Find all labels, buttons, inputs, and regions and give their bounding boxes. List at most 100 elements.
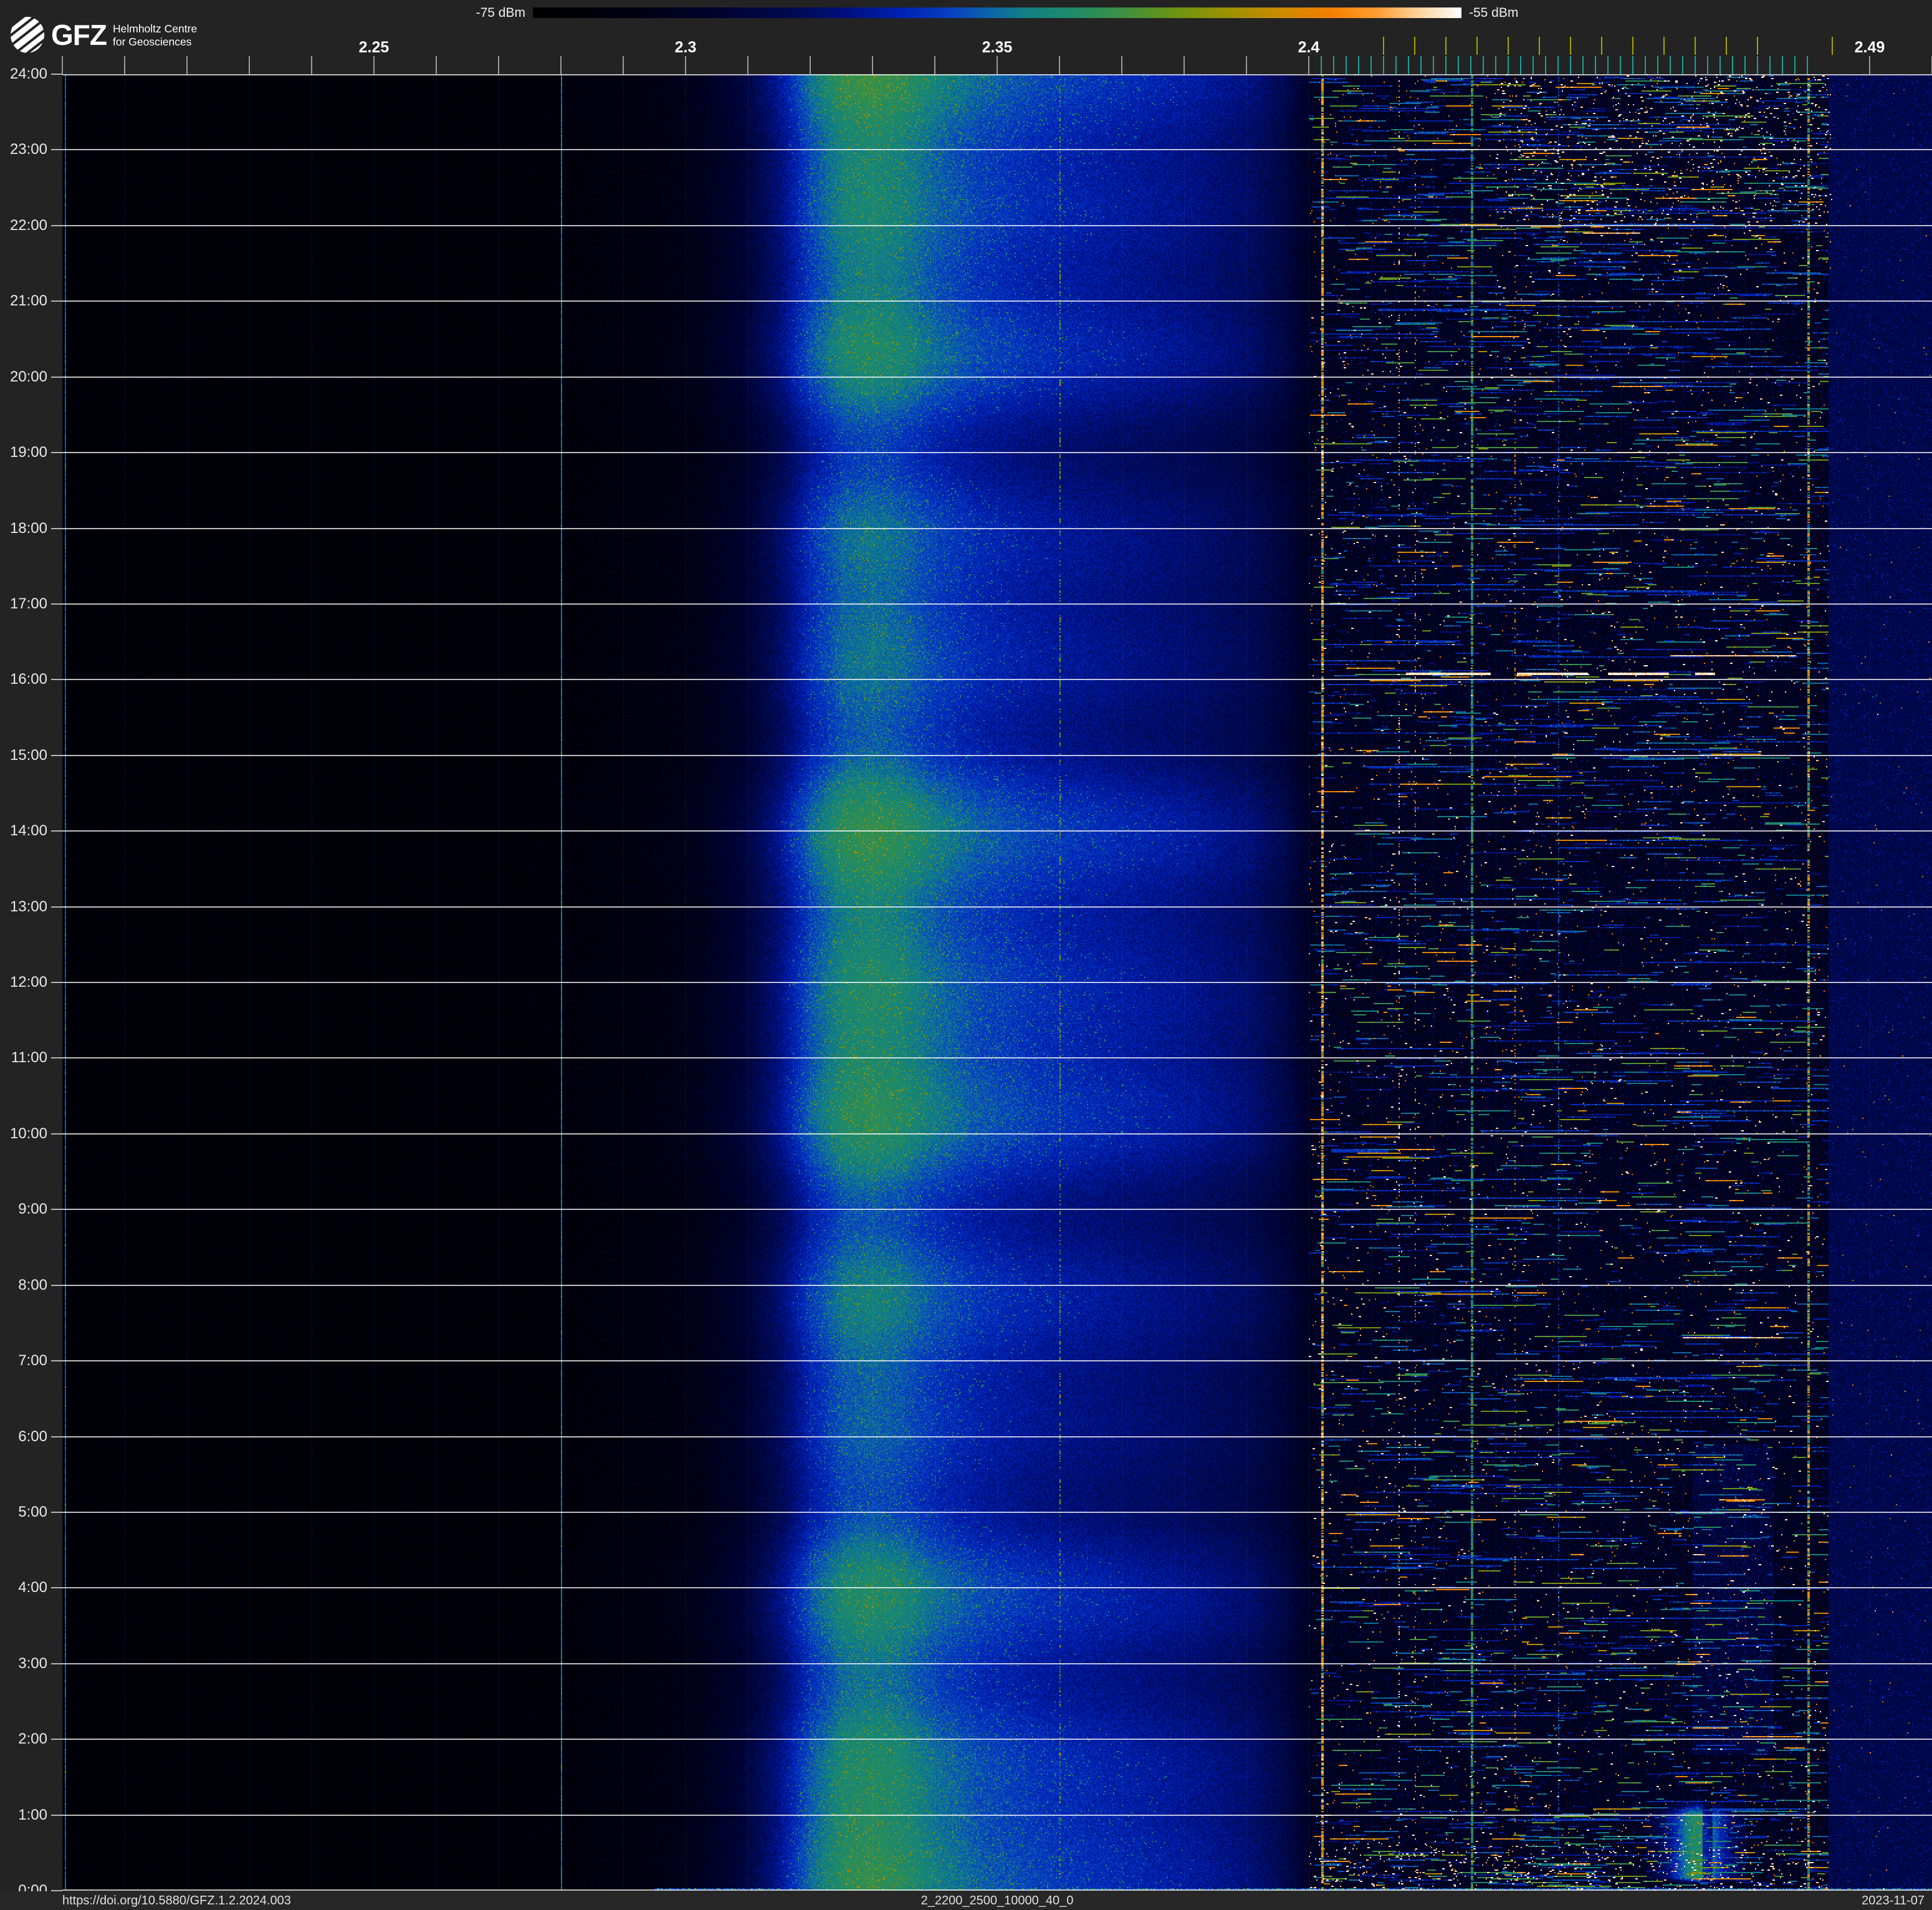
freq-minor-tick [1869, 56, 1870, 74]
ble-channel-tick [1757, 56, 1758, 74]
time-axis-tick [51, 1436, 62, 1437]
time-axis-tick [51, 830, 62, 832]
freq-minor-tick [124, 56, 125, 74]
ble-channel-tick [1408, 56, 1409, 74]
wifi-channel-tick [1476, 37, 1478, 55]
time-axis-label: 18:00 [9, 519, 47, 537]
colorbar [533, 7, 1461, 18]
time-axis-label: 19:00 [9, 444, 47, 461]
time-axis-tick [51, 982, 62, 983]
ble-channel-tick [1595, 56, 1596, 74]
ble-channel-tick [1607, 56, 1609, 74]
ble-channel-tick [1794, 56, 1796, 74]
time-axis-label: 2:00 [18, 1730, 47, 1748]
freq-minor-tick [373, 56, 375, 74]
time-axis-label: 14:00 [9, 822, 47, 840]
wifi-channel-tick [1632, 37, 1633, 55]
time-axis-tick [51, 1739, 62, 1740]
wifi-channel-tick [1832, 37, 1833, 55]
ble-channel-tick [1682, 56, 1683, 74]
ble-channel-tick [1719, 56, 1721, 74]
wifi-channel-tick [1445, 37, 1447, 55]
time-axis-label: 8:00 [18, 1276, 47, 1293]
freq-minor-tick [1308, 56, 1309, 74]
ble-channel-tick [1483, 56, 1484, 74]
freq-minor-tick [934, 56, 935, 74]
ble-channel-tick [1420, 56, 1422, 74]
time-axis-tick [51, 1133, 62, 1135]
time-axis-label: 17:00 [9, 595, 47, 612]
time-axis-tick [51, 1284, 62, 1286]
freq-minor-tick [1184, 56, 1185, 74]
wifi-channel-tick [1570, 37, 1571, 55]
colorbar-min-label: -75 dBm [476, 6, 525, 20]
time-axis-tick [51, 1663, 62, 1664]
time-axis-tick [51, 1057, 62, 1059]
time-axis-label: 13:00 [9, 898, 47, 915]
ble-channel-tick [1433, 56, 1434, 74]
ble-channel-tick [1533, 56, 1534, 74]
time-axis-label: 3:00 [18, 1654, 47, 1672]
freq-minor-tick [560, 56, 562, 74]
time-axis-label: 15:00 [9, 746, 47, 764]
time-axis-tick [51, 754, 62, 756]
time-axis-tick [51, 679, 62, 681]
brand-subtitle: Helmholtz Centre for Geosciences [113, 21, 197, 49]
spectrogram-canvas [62, 74, 1932, 1891]
ble-channel-tick [1769, 56, 1771, 74]
wifi-channel-tick [1695, 37, 1696, 55]
wifi-channel-tick [1383, 37, 1384, 55]
time-axis-label: 20:00 [9, 368, 47, 385]
colorbar-max-label: -55 dBm [1469, 6, 1519, 20]
time-axis-label: 9:00 [18, 1201, 47, 1218]
freq-minor-tick [62, 56, 63, 74]
wifi-channel-tick [1601, 37, 1602, 55]
ble-channel-tick [1358, 56, 1359, 74]
freq-minor-tick [436, 56, 437, 74]
freq-minor-tick [186, 56, 188, 74]
time-axis-label: 22:00 [9, 216, 47, 234]
ble-channel-tick [1333, 56, 1334, 74]
wifi-channel-tick [1663, 37, 1665, 55]
freq-axis-label: 2.3 [674, 39, 697, 56]
time-axis-label: 5:00 [18, 1503, 47, 1520]
date-label: 2023-11-07 [1862, 1894, 1925, 1908]
time-axis-tick [51, 224, 62, 226]
gfz-globe-icon [11, 17, 44, 53]
ble-channel-tick [1520, 56, 1521, 74]
freq-minor-tick [1059, 56, 1060, 74]
ble-channel-tick [1744, 56, 1746, 74]
ble-channel-tick [1632, 56, 1633, 74]
brand-text: GFZ [51, 19, 107, 51]
freq-minor-tick [685, 56, 686, 74]
brand-subtitle-line1: Helmholtz Centre [112, 22, 198, 35]
freq-minor-tick [623, 56, 624, 74]
wifi-channel-tick [1539, 37, 1540, 55]
brand-subtitle-line2: for Geosciences [112, 36, 192, 48]
time-axis-label: 23:00 [9, 141, 47, 158]
wifi-channel-tick [1726, 37, 1727, 55]
time-axis-tick [51, 1587, 62, 1589]
wifi-channel-tick [1414, 37, 1415, 55]
freq-minor-tick [1121, 56, 1122, 74]
status-bar: https://doi.org/10.5880/GFZ.1.2.2024.003… [0, 1891, 1932, 1910]
freq-axis-label: 2.4 [1298, 39, 1320, 56]
time-axis-tick [51, 906, 62, 908]
ble-channel-tick [1470, 56, 1471, 74]
time-axis-label: 7:00 [18, 1352, 47, 1370]
time-axis-tick [51, 1360, 62, 1362]
ble-channel-tick [1545, 56, 1546, 74]
freq-axis-label: 2.35 [982, 39, 1013, 56]
ble-channel-tick [1732, 56, 1733, 74]
ble-channel-tick [1383, 56, 1384, 74]
time-axis-tick [51, 603, 62, 605]
ble-channel-tick [1695, 56, 1696, 74]
time-axis-label: 11:00 [11, 1049, 47, 1067]
time-axis-label: 16:00 [9, 671, 47, 688]
ble-channel-tick [1557, 56, 1559, 74]
ble-channel-tick [1458, 56, 1459, 74]
freq-minor-tick [249, 56, 250, 74]
wifi-channel-tick [1757, 37, 1758, 55]
freq-minor-tick [498, 56, 499, 74]
freq-axis-label: 2.49 [1854, 39, 1885, 56]
